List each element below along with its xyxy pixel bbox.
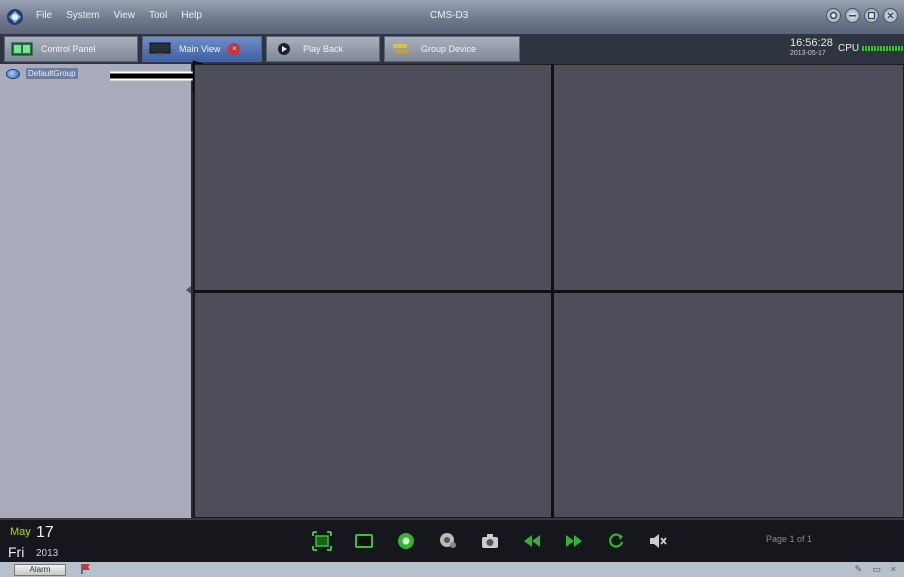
mute-button[interactable] bbox=[648, 531, 668, 551]
grid-divider-horizontal bbox=[194, 290, 904, 293]
window-icon[interactable]: ▭ bbox=[872, 564, 881, 575]
single-view-button[interactable] bbox=[354, 531, 374, 551]
app-logo-icon bbox=[7, 9, 23, 25]
maximize-button[interactable] bbox=[864, 8, 879, 23]
clock: 16:56:28 2013-05-17 bbox=[790, 38, 833, 58]
grid-divider-vertical bbox=[551, 64, 554, 518]
previous-page-button[interactable] bbox=[522, 531, 542, 551]
device-group-icon bbox=[6, 68, 20, 79]
cpu-label: CPU bbox=[838, 43, 860, 54]
tab-label: Play Back bbox=[303, 44, 344, 54]
date-panel: May 17 Fri 2013 bbox=[4, 524, 96, 562]
window-title: CMS-D3 bbox=[430, 10, 469, 21]
clock-date: 2013-05-17 bbox=[790, 50, 826, 57]
refresh-button[interactable] bbox=[606, 531, 626, 551]
device-tree-panel: DefaultGroup bbox=[0, 64, 193, 518]
fullscreen-button[interactable] bbox=[312, 531, 332, 551]
window-controls bbox=[826, 8, 898, 23]
close-tab-button[interactable]: × bbox=[228, 43, 241, 55]
cpu-meter: CPU bbox=[838, 43, 904, 54]
date-weekday: Fri bbox=[8, 544, 25, 560]
clock-time: 16:56:28 bbox=[790, 37, 833, 49]
control-bar: May 17 Fri 2013 Page 1 of 1 bbox=[0, 518, 904, 562]
alarm-button[interactable]: Alarm bbox=[14, 564, 66, 576]
playback-controls bbox=[312, 526, 668, 556]
record-icon bbox=[398, 533, 414, 549]
menu-tool[interactable]: Tool bbox=[149, 10, 167, 21]
menu-help[interactable]: Help bbox=[181, 10, 202, 21]
tab-label: Group Device bbox=[421, 44, 477, 54]
date-year: 2013 bbox=[36, 548, 59, 559]
tab-group-device[interactable]: Group Device bbox=[384, 36, 520, 62]
tree-item-default-group[interactable]: DefaultGroup bbox=[6, 68, 78, 79]
date-day: 17 bbox=[36, 524, 54, 541]
status-bar: Alarm ✎ ▭ × bbox=[0, 562, 904, 577]
video-channel-2[interactable] bbox=[553, 64, 904, 292]
refresh-icon bbox=[609, 533, 624, 548]
record-button[interactable] bbox=[396, 531, 416, 551]
monitor-icon bbox=[149, 42, 171, 55]
video-channel-1[interactable] bbox=[194, 64, 553, 292]
settings-button[interactable] bbox=[826, 8, 841, 23]
snapshot-button[interactable] bbox=[480, 531, 500, 551]
close-icon bbox=[887, 12, 894, 19]
minimize-button[interactable] bbox=[845, 8, 860, 23]
group-device-icon bbox=[393, 44, 409, 53]
gear-icon bbox=[829, 11, 838, 20]
mute-icon bbox=[650, 534, 667, 548]
tab-label: Main View bbox=[179, 44, 221, 54]
rewind-icon bbox=[524, 535, 540, 547]
alarm-flag-icon bbox=[81, 564, 90, 574]
fullscreen-icon bbox=[312, 531, 332, 551]
menu-system[interactable]: System bbox=[66, 10, 99, 21]
close-window-button[interactable] bbox=[883, 8, 898, 23]
preset-icon bbox=[440, 533, 456, 548]
collapse-sidebar-icon[interactable] bbox=[186, 286, 191, 294]
cpu-usage-bar bbox=[862, 46, 904, 51]
next-page-button[interactable] bbox=[564, 531, 584, 551]
tab-label: Control Panel bbox=[41, 44, 96, 54]
menu-bar: File System View Tool Help bbox=[36, 10, 202, 21]
tab-play-back[interactable]: Play Back bbox=[266, 36, 380, 62]
date-month: May bbox=[10, 526, 31, 538]
close-panel-icon[interactable]: × bbox=[891, 564, 896, 575]
camera-icon bbox=[482, 534, 498, 548]
single-view-icon bbox=[355, 534, 373, 548]
preset-button[interactable] bbox=[438, 531, 458, 551]
menu-file[interactable]: File bbox=[36, 10, 52, 21]
minimize-icon bbox=[849, 15, 856, 17]
title-bar: File System View Tool Help CMS-D3 bbox=[0, 0, 904, 34]
playback-icon bbox=[278, 43, 290, 55]
tree-item-label: DefaultGroup bbox=[26, 68, 78, 79]
maximize-icon bbox=[867, 11, 876, 20]
edit-icon[interactable]: ✎ bbox=[855, 564, 863, 575]
video-channel-4[interactable] bbox=[553, 292, 904, 518]
status-icons: ✎ ▭ × bbox=[855, 564, 896, 575]
video-grid bbox=[194, 64, 904, 518]
fast-forward-icon bbox=[566, 535, 582, 547]
video-channel-3[interactable] bbox=[194, 292, 553, 518]
menu-view[interactable]: View bbox=[113, 10, 135, 21]
control-panel-icon bbox=[11, 42, 33, 56]
page-indicator: Page 1 of 1 bbox=[766, 534, 813, 544]
